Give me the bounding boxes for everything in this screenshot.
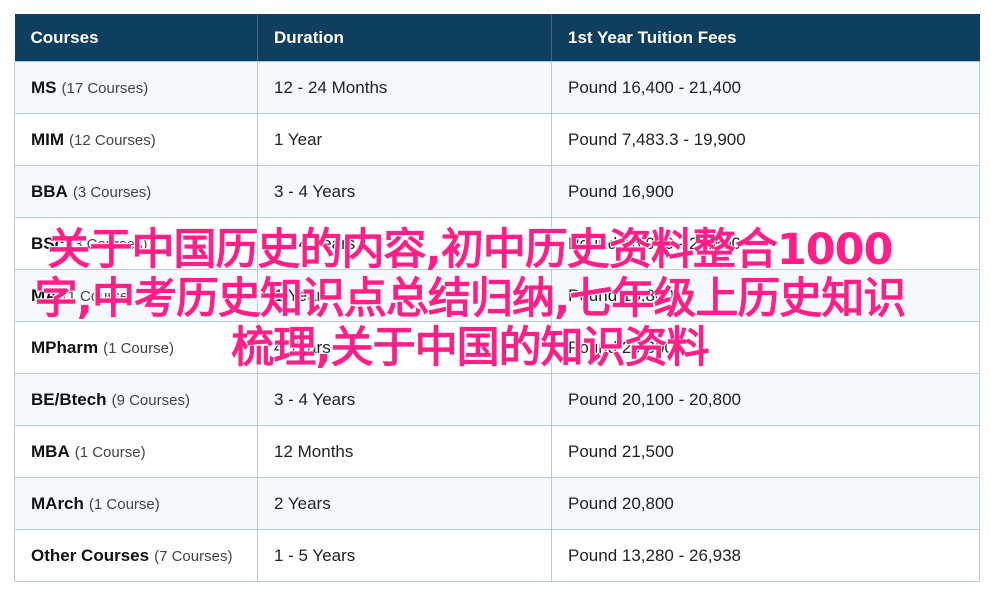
table-row: BE/Btech (9 Courses) 3 - 4 Years Pound 20… [14,373,980,426]
course-count: (12 Courses) [69,131,156,149]
tuition-fees-table: Courses Duration 1st Year Tuition Fees M… [14,14,980,582]
table-row: MS (17 Courses) 12 - 24 Months Pound 16,4… [14,61,980,114]
table-row: MA (1 Course) 1 Year Pound 16,800 [14,269,980,322]
course-count: (3 Courses) [69,235,148,253]
duration-cell: 1 Year [257,269,552,322]
fees-cell: Pound 16,900 [551,165,980,218]
fees-cell: Pound 7,483.3 - 19,900 [551,113,980,166]
course-count: (3 Courses) [72,183,152,201]
duration-cell: 1 - 5 Years [257,529,552,582]
table-row: MArch (1 Course) 2 Years Pound 20,800 [14,477,980,530]
duration-cell: 12 - 24 Months [257,61,552,114]
header-tuition-fees: 1st Year Tuition Fees [551,14,980,62]
duration-cell: 4 Years [257,321,552,374]
course-cell: MS (17 Courses) [14,61,258,114]
course-cell: Other Courses (7 Courses) [14,529,258,582]
table-row: MIM (12 Courses) 1 Year Pound 7,483.3 - 1… [14,113,980,166]
fees-cell: Pound 16,400 - 21,400 [551,61,980,114]
table-row: MPharm (1 Course) 4 Years Pound 20,800 [14,321,980,374]
course-cell: MArch (1 Course) [14,477,258,530]
course-cell: MA (1 Course) [14,269,258,322]
duration-cell: 3 - 4 Years [257,373,552,426]
table-row: BSc (3 Courses) 3 - 4 Years Pound 16,900 … [14,217,980,270]
course-name: MPharm [31,337,99,357]
fees-cell: Pound 20,800 [551,477,980,530]
course-name: MA [31,285,58,305]
fees-cell: Pound 20,100 - 20,800 [551,373,980,426]
course-count: (17 Courses) [61,79,149,97]
course-name: BE/Btech [31,389,107,409]
fees-cell: Pound 21,500 [551,425,980,478]
course-name: MBA [31,441,70,461]
course-count: (1 Course) [74,443,146,461]
course-cell: BE/Btech (9 Courses) [14,373,258,426]
course-name: Other Courses [31,545,150,565]
course-cell: BBA (3 Courses) [14,165,258,218]
fees-cell: Pound 20,800 [551,321,980,374]
header-row: Courses Duration 1st Year Tuition Fees [14,14,980,62]
duration-cell: 3 - 4 Years [257,165,552,218]
course-name: MArch [31,493,84,513]
course-cell: MBA (1 Course) [14,425,258,478]
course-count: (1 Course) [62,287,134,305]
course-count: (7 Courses) [154,547,233,565]
duration-cell: 3 - 4 Years [257,217,552,270]
duration-cell: 1 Year [257,113,552,166]
table-header: Courses Duration 1st Year Tuition Fees [14,14,980,62]
fees-cell: Pound 16,900 - 20,800 [551,217,980,270]
table-body: MS (17 Courses) 12 - 24 Months Pound 16,4… [14,61,980,582]
course-count: (1 Course) [103,339,174,357]
table-row: MBA (1 Course) 12 Months Pound 21,500 [14,425,980,478]
duration-cell: 12 Months [257,425,552,478]
course-cell: MIM (12 Courses) [14,113,258,166]
fees-cell: Pound 13,280 - 26,938 [551,529,980,582]
header-duration: Duration [257,14,552,62]
course-count: (9 Courses) [111,391,190,409]
course-name: BBA [31,181,68,201]
duration-cell: 2 Years [257,477,552,530]
course-name: MIM [31,129,65,149]
fees-cell: Pound 16,800 [551,269,980,322]
course-name: BSc [31,233,65,253]
page: Courses Duration 1st Year Tuition Fees M… [0,0,991,597]
table-row: BBA (3 Courses) 3 - 4 Years Pound 16,900 [14,165,980,218]
course-cell: MPharm (1 Course) [14,321,258,374]
course-cell: BSc (3 Courses) [14,217,258,270]
course-count: (1 Course) [88,495,160,513]
table-row: Other Courses (7 Courses) 1 - 5 Years Pou… [14,529,980,582]
course-name: MS [31,77,57,97]
header-courses: Courses [14,14,258,62]
